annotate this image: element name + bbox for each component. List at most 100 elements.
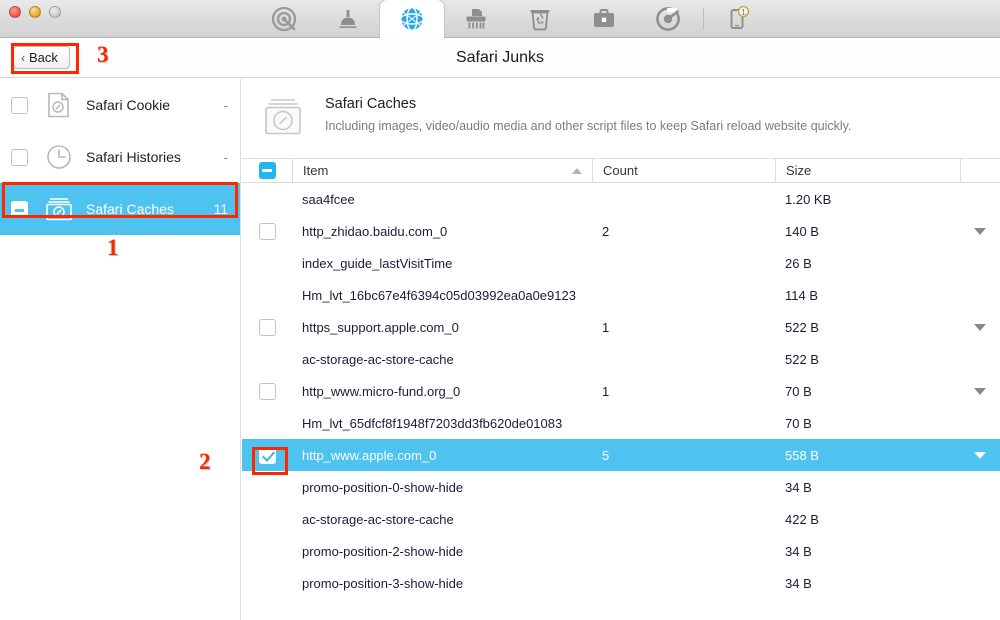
shredder-icon [462,5,490,33]
cell-size: 34 B [785,543,812,559]
cell-size: 34 B [785,479,812,495]
cell-item: http_www.apple.com_0 [302,447,437,463]
sidebar-checkbox[interactable] [11,96,28,114]
content-panel: Safari Caches Including images, video/au… [242,79,1000,620]
row-checkbox[interactable] [258,318,276,336]
cell-count [592,343,775,375]
column-header-size[interactable]: Size [775,159,960,182]
chevron-down-icon[interactable] [974,451,986,459]
cell-item: promo-position-0-show-hide [302,479,464,495]
cell-size: 114 B [785,287,819,303]
cell-size: 522 B [785,319,819,335]
row-checkbox-cell[interactable] [242,375,292,407]
chevron-down-icon[interactable] [974,323,986,331]
caches-compass-icon [44,196,74,222]
table-row[interactable]: promo-position-2-show-hide 34 B [242,535,1000,567]
cell-item: index_guide_lastVisitTime [302,255,453,271]
table-row[interactable]: promo-position-3-show-hide 34 B [242,567,1000,595]
column-header-count[interactable]: Count [592,159,775,182]
sidebar-checkbox[interactable] [11,200,28,218]
sidebar-item-label: Safari Caches [86,201,174,217]
row-expander-cell[interactable] [960,375,1000,407]
page-title: Safari Junks [455,49,545,66]
row-expander-cell[interactable] [960,439,1000,471]
row-checkbox-cell [242,407,292,439]
content-header: Safari Caches Including images, video/au… [242,79,1000,158]
sidebar-item-safari-cookie[interactable]: Safari Cookie - [0,79,240,131]
sidebar-item-safari-histories[interactable]: Safari Histories - [0,131,240,183]
column-header-item[interactable]: Item [292,159,592,182]
row-checkbox[interactable] [258,382,276,400]
row-checkbox-cell [242,503,292,535]
toolbar-divider [703,8,704,30]
cell-item: Hm_lvt_65dfcf8f1948f7203dd3fb620de01083 [302,415,563,431]
cell-item: ac-storage-ac-store-cache [302,511,454,527]
cell-item: https_support.apple.com_0 [302,319,459,335]
cell-count [592,279,775,311]
close-button[interactable] [9,6,21,18]
table-row[interactable]: http_zhidao.baidu.com_0 2 140 B [242,215,1000,247]
row-checkbox[interactable] [258,446,276,464]
row-checkbox-cell[interactable] [242,311,292,343]
sidebar-item-count: - [223,97,228,113]
row-expander-cell [960,407,1000,439]
cell-count: 2 [602,223,610,239]
select-all-checkbox[interactable] [258,162,276,179]
cleaner-icon [334,5,362,33]
table-row[interactable]: Hm_lvt_65dfcf8f1948f7203dd3fb620de01083 7… [242,407,1000,439]
minimize-button[interactable] [29,6,41,18]
row-expander-cell[interactable] [960,311,1000,343]
select-all-cell[interactable] [242,159,292,182]
tab-safari-junks[interactable] [380,0,444,38]
table-row[interactable]: index_guide_lastVisitTime 26 B [242,247,1000,279]
table-row[interactable]: https_support.apple.com_0 1 522 B [242,311,1000,343]
chevron-down-icon[interactable] [974,227,986,235]
table-row[interactable]: promo-position-0-show-hide 34 B [242,471,1000,503]
row-checkbox-cell [242,247,292,279]
row-checkbox-cell [242,183,292,215]
trash-icon [526,5,554,33]
table-row[interactable]: Hm_lvt_16bc67e4f6394c05d03992ea0a0e9123 1… [242,279,1000,311]
tab-cleaner[interactable] [316,0,380,38]
row-expander-cell [960,503,1000,535]
tab-trash-bin[interactable] [508,0,572,38]
chevron-down-icon[interactable] [974,387,986,395]
cell-count: 1 [602,319,610,335]
cell-size: 70 B [785,383,812,399]
tab-devices[interactable]: 1 [707,0,771,38]
row-checkbox-cell [242,279,292,311]
sidebar-item-label: Safari Cookie [86,97,171,113]
cell-item: promo-position-2-show-hide [302,543,464,559]
zoom-button[interactable] [49,6,61,18]
cell-count [592,183,775,215]
row-expander-cell[interactable] [960,215,1000,247]
table-row[interactable]: http_www.apple.com_0 5 558 B [242,439,1000,471]
tab-status[interactable] [252,0,316,38]
table-header: Item Count Size [242,158,1000,183]
tab-toolkit[interactable] [572,0,636,38]
table-row[interactable]: saa4fcee 1.20 KB [242,183,1000,215]
app-window: 1 ‹ Back Safari Junks Safari Cookie - Sa… [0,0,1000,620]
content-description: Including images, video/audio media and … [325,119,852,133]
table-row[interactable]: http_www.micro-fund.org_0 1 70 B [242,375,1000,407]
row-checkbox[interactable] [258,222,276,240]
titlebar: 1 [0,0,1000,38]
column-header-item-label: Item [303,163,329,178]
page-header: ‹ Back Safari Junks [0,38,1000,78]
toolkit-icon [590,5,618,33]
window-controls [9,6,61,18]
row-checkbox-cell[interactable] [242,215,292,247]
table-row[interactable]: ac-storage-ac-store-cache 422 B [242,503,1000,535]
sidebar-item-safari-caches[interactable]: Safari Caches 11 [0,183,240,235]
cell-size: 1.20 KB [785,191,832,207]
table-row[interactable]: ac-storage-ac-store-cache 522 B [242,343,1000,375]
cell-count: 1 [602,383,610,399]
row-checkbox-cell[interactable] [242,439,292,471]
sidebar-checkbox[interactable] [11,148,28,166]
tab-optimize[interactable] [636,0,700,38]
cell-count [592,247,775,279]
sidebar: Safari Cookie - Safari Histories - Safar… [0,79,241,620]
cell-count [592,535,775,567]
cell-count [592,407,775,439]
tab-shredder[interactable] [444,0,508,38]
